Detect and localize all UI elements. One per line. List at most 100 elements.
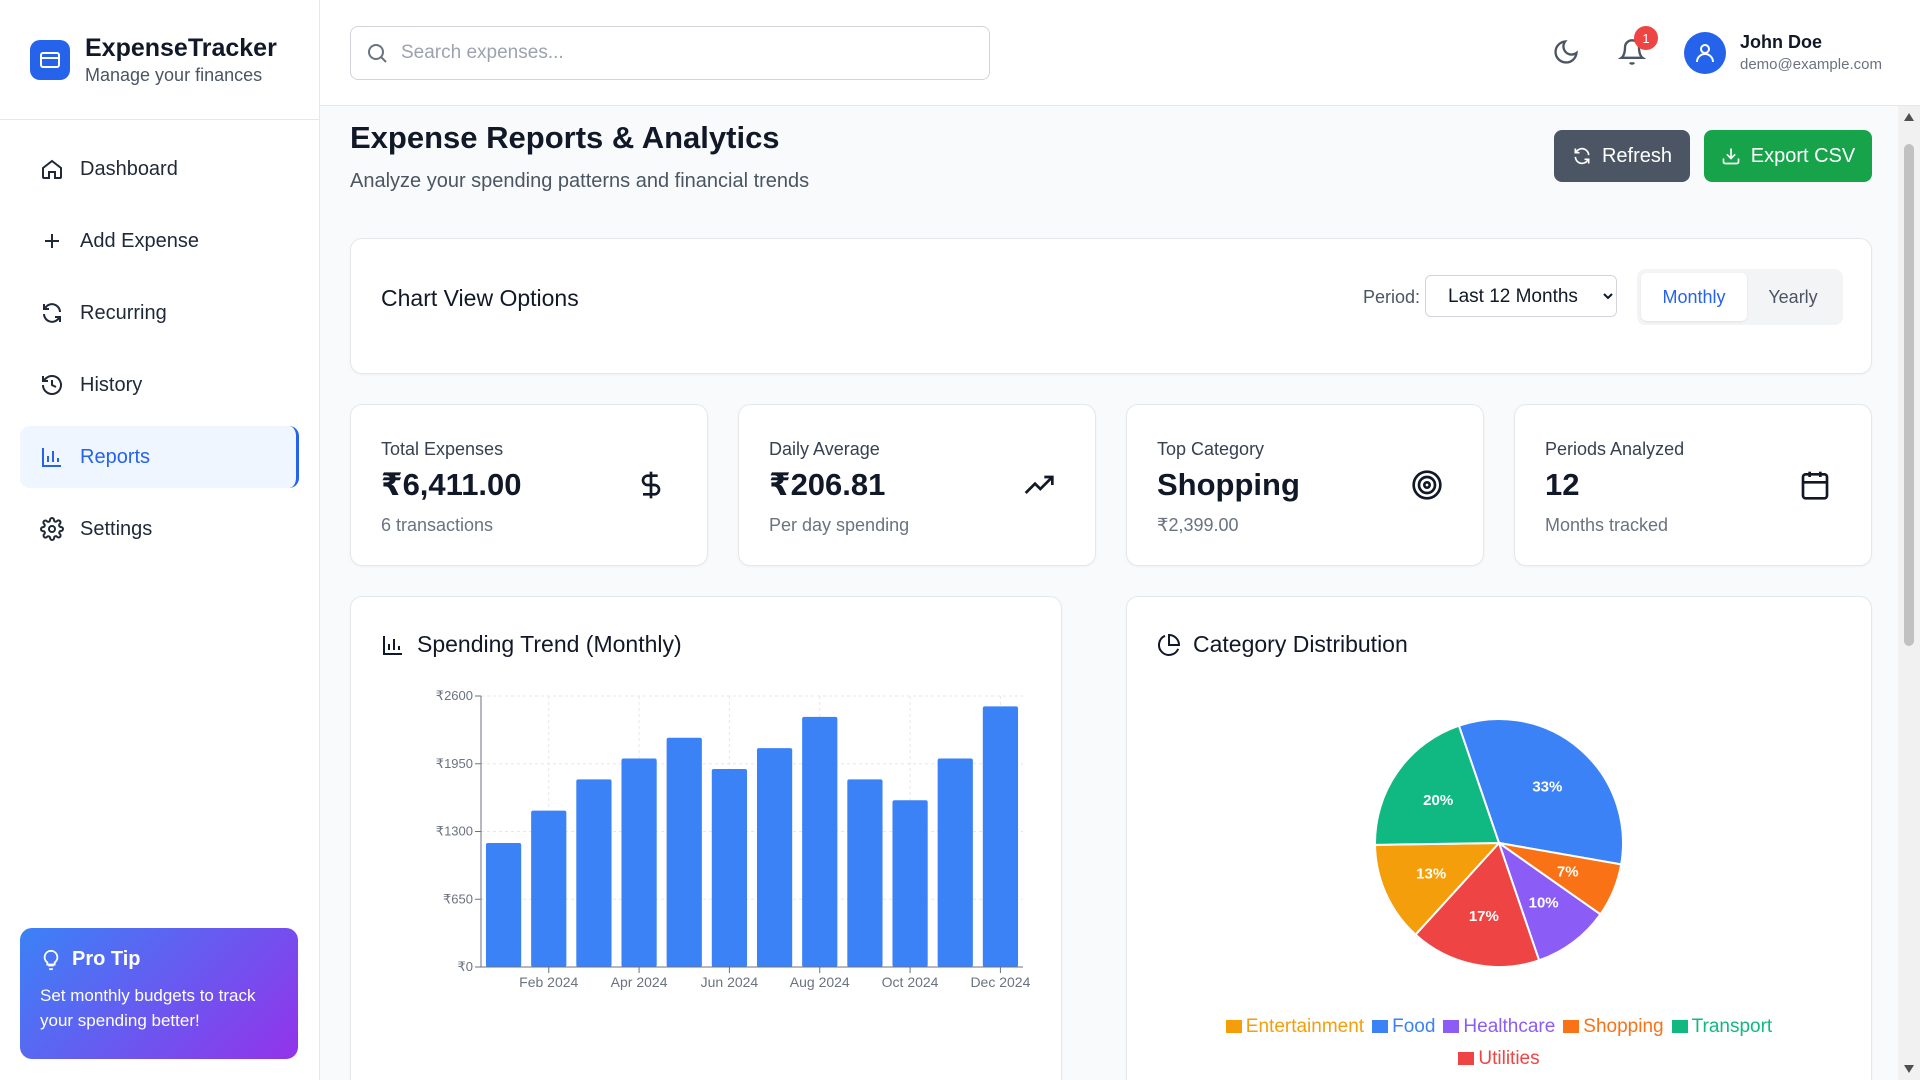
sidebar-item-label: Add Expense: [80, 229, 199, 252]
user-email: demo@example.com: [1740, 56, 1882, 73]
history-icon: [42, 375, 62, 395]
sidebar-item-label: Recurring: [80, 301, 167, 324]
legend-label: Entertainment: [1245, 1016, 1365, 1037]
stat-card-periods-analyzed: Periods Analyzed 12 Months tracked: [1514, 404, 1872, 566]
chart-title: Category Distribution: [1193, 631, 1408, 657]
x-tick-label: Feb 2024: [519, 974, 578, 990]
stat-sub: ₹2,399.00: [1157, 515, 1239, 535]
search-input[interactable]: [401, 42, 961, 64]
stat-value: Shopping: [1157, 467, 1300, 502]
y-tick-label: ₹0: [457, 959, 473, 974]
scroll-down-arrow-icon[interactable]: [1903, 1064, 1915, 1074]
user-icon: [1696, 44, 1714, 63]
bar: [756, 748, 793, 967]
pro-tip-title: Pro Tip: [72, 948, 141, 970]
calendar-icon: [1801, 471, 1829, 500]
sidebar-item-settings[interactable]: Settings: [20, 498, 299, 560]
x-tick-label: Oct 2024: [882, 974, 939, 990]
toggle-monthly[interactable]: Monthly: [1641, 273, 1747, 321]
options-title: Chart View Options: [381, 285, 579, 311]
brand: ExpenseTracker Manage your finances: [0, 0, 319, 120]
notification-badge: 1: [1634, 26, 1658, 50]
legend-item[interactable]: Shopping: [1563, 1011, 1664, 1043]
gear-icon: [40, 517, 64, 541]
lightbulb-icon: [43, 949, 59, 970]
pie-slice-label: 13%: [1416, 866, 1446, 883]
search-box[interactable]: [350, 26, 990, 80]
avatar[interactable]: [1684, 32, 1726, 74]
bar: [666, 737, 702, 967]
pie-slice-label: 7%: [1557, 864, 1579, 881]
legend-swatch: [1225, 1020, 1242, 1034]
legend-label: Shopping: [1583, 1016, 1664, 1037]
scroll-up-arrow-icon[interactable]: [1903, 112, 1915, 122]
spending-trend-chart: ₹0 ₹650 ₹1300 ₹1950 ₹2600 Feb 2024 Apr 2024 Jun…: [436, 688, 1031, 990]
legend-item[interactable]: Healthcare: [1443, 1011, 1555, 1043]
sidebar-item-reports[interactable]: Reports: [20, 426, 299, 488]
pie-chart-icon: [1158, 633, 1181, 656]
x-tick-label: Apr 2024: [611, 974, 668, 990]
sidebar-item-recurring[interactable]: Recurring: [20, 282, 299, 344]
legend-swatch: [1563, 1020, 1580, 1034]
brand-title: ExpenseTracker: [85, 33, 277, 62]
search-icon: [368, 44, 387, 63]
sidebar-item-history[interactable]: History: [20, 354, 299, 416]
sidebar-item-add-expense[interactable]: Add Expense: [20, 210, 299, 272]
scrollbar[interactable]: [1898, 106, 1920, 1080]
wallet-icon: [30, 39, 70, 80]
y-tick-label: ₹2600: [436, 688, 473, 703]
legend-label: Healthcare: [1463, 1016, 1556, 1037]
bar-chart-icon: [383, 635, 402, 655]
legend-item[interactable]: Food: [1372, 1011, 1435, 1043]
toggle-yearly[interactable]: Yearly: [1747, 273, 1839, 321]
stat-card-daily-average: Daily Average ₹206.81 Per day spending: [738, 404, 1096, 566]
legend-label: Utilities: [1478, 1048, 1540, 1069]
bar: [937, 758, 973, 967]
home-icon: [42, 159, 62, 179]
legend-swatch: [1458, 1052, 1475, 1066]
x-tick-label: Jun 2024: [701, 974, 759, 990]
sidebar-item-label: History: [80, 373, 143, 396]
bar: [711, 768, 748, 967]
refresh-label: Refresh: [1601, 144, 1673, 167]
legend-swatch: [1671, 1020, 1688, 1034]
bar: [847, 779, 883, 967]
period-select[interactable]: Last 12 Months: [1425, 275, 1617, 317]
legend-item[interactable]: Transport: [1671, 1011, 1772, 1043]
stat-value: ₹206.81: [769, 467, 886, 502]
sidebar: ExpenseTracker Manage your finances Dash…: [0, 0, 320, 1080]
bar: [892, 800, 928, 967]
sidebar-item-label: Settings: [80, 517, 153, 540]
moon-icon[interactable]: [1552, 38, 1580, 66]
refresh-icon: [1574, 147, 1590, 165]
legend-item[interactable]: Utilities: [1458, 1043, 1540, 1075]
bar: [802, 716, 838, 967]
y-tick-label: ₹650: [443, 891, 473, 906]
bar: [982, 706, 1019, 967]
page-subtitle: Analyze your spending patterns and finan…: [350, 170, 810, 192]
stat-sub: Per day spending: [769, 515, 910, 535]
pie-slice-label: 17%: [1469, 908, 1499, 925]
pro-tip-text: Set monthly budgets to track your spendi…: [40, 986, 256, 1030]
export-csv-button[interactable]: Export CSV: [1704, 130, 1872, 182]
brand-subtitle: Manage your finances: [85, 64, 263, 85]
sidebar-nav: Dashboard Add Expense Recurring History …: [0, 120, 319, 588]
pie-slice-label: 33%: [1532, 778, 1562, 795]
spending-trend-card: Spending Trend (Monthly) ₹0 ₹650 ₹1300 ₹195…: [350, 596, 1062, 1080]
refresh-button[interactable]: Refresh: [1554, 130, 1690, 182]
stat-label: Periods Analyzed: [1545, 439, 1685, 459]
sidebar-item-dashboard[interactable]: Dashboard: [20, 138, 299, 200]
target-icon: [1412, 470, 1442, 500]
stat-label: Daily Average: [769, 439, 880, 459]
legend-label: Food: [1392, 1016, 1436, 1037]
scrollbar-thumb[interactable]: [1904, 144, 1914, 646]
category-distribution-card: Category Distribution 33% 7% 10% 17% 13% 20% …: [1126, 596, 1872, 1080]
stat-value: 12: [1545, 467, 1580, 502]
refresh-icon: [43, 303, 61, 323]
plus-icon: [45, 234, 59, 248]
bar: [576, 779, 612, 967]
bar: [485, 842, 522, 967]
legend-item[interactable]: Entertainment: [1225, 1011, 1365, 1043]
stat-sub: 6 transactions: [381, 515, 494, 535]
stat-card-top-category: Top Category Shopping ₹2,399.00: [1126, 404, 1484, 566]
